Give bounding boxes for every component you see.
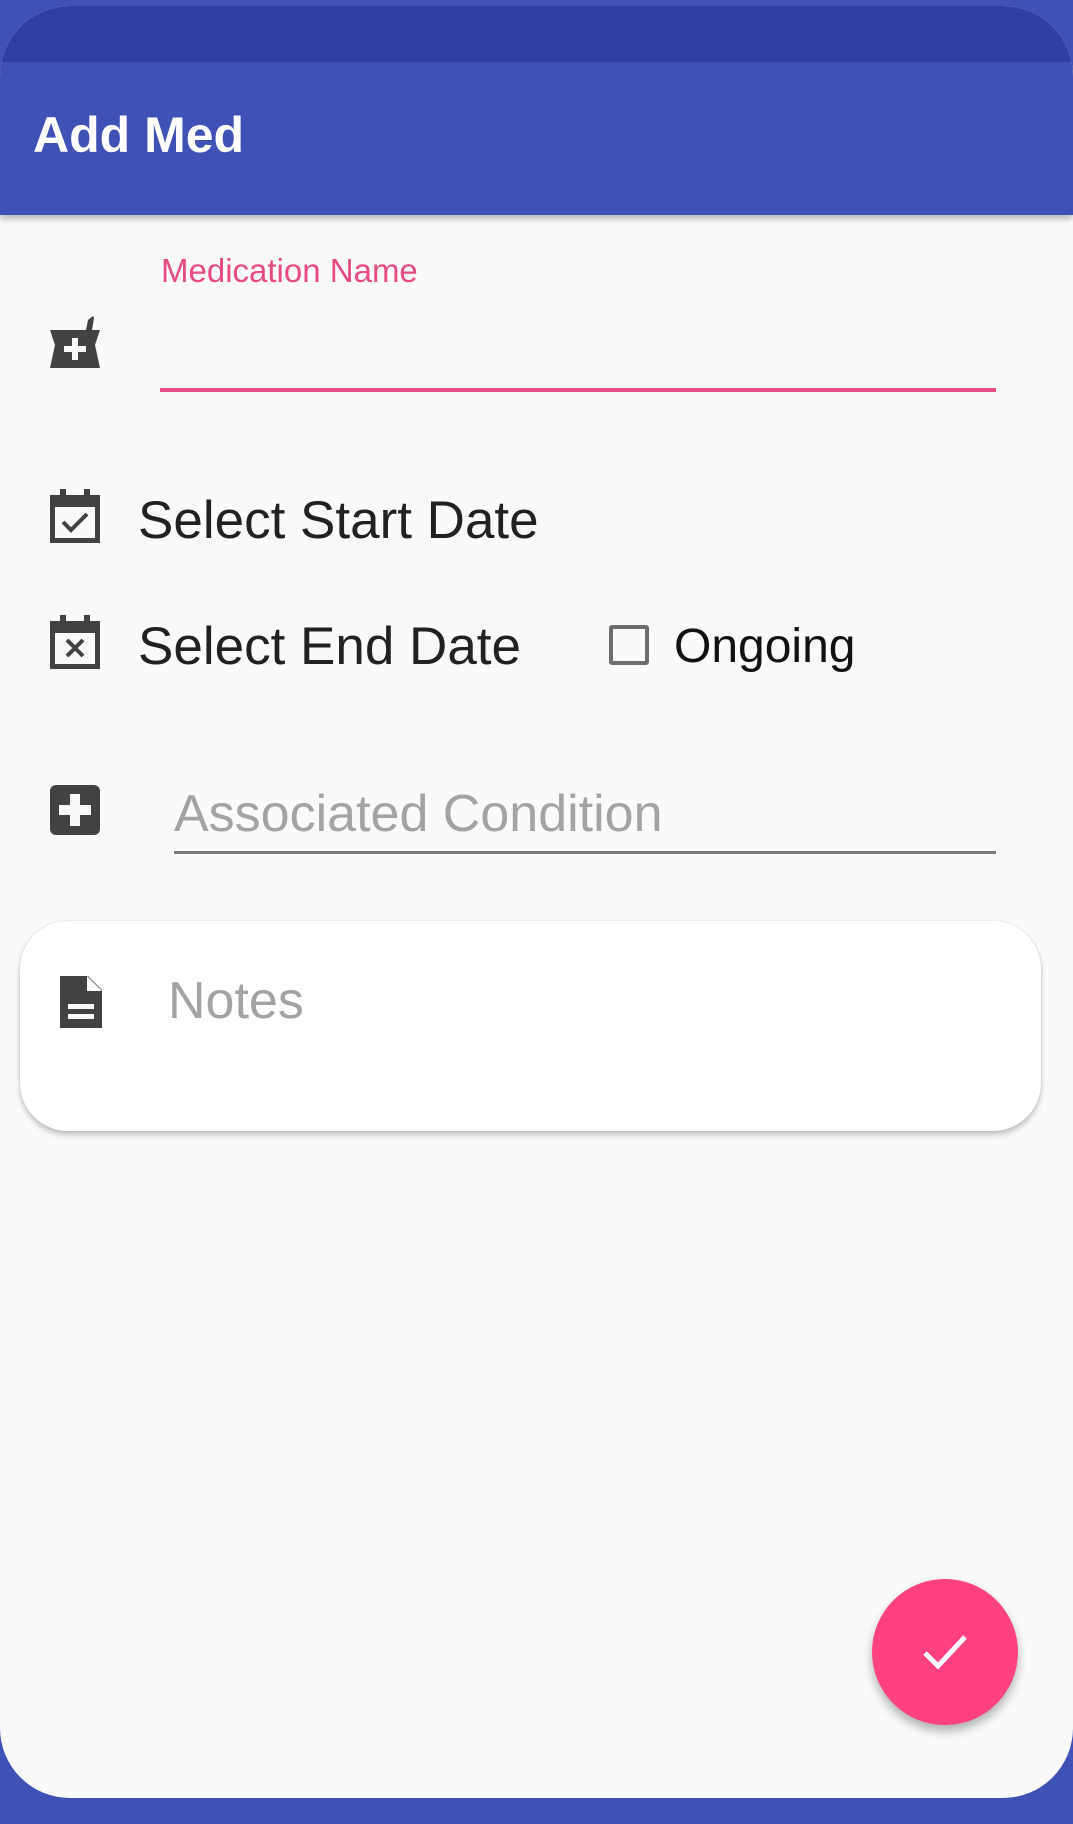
notes-card [20,921,1041,1131]
select-start-date-button[interactable]: Select Start Date [138,494,539,547]
notes-input[interactable] [168,966,988,1036]
medical-plus-icon [50,785,100,835]
page-title: Add Med [33,107,245,163]
calendar-check-icon[interactable] [50,489,100,543]
save-fab-button[interactable] [872,1579,1018,1725]
screen: Add Med Medication Name Select Start Dat… [0,6,1073,1798]
app-bar: Add Med [0,62,1073,215]
document-icon [60,976,102,1028]
medication-name-input[interactable] [160,306,996,392]
check-icon [923,1635,967,1670]
status-bar [0,6,1073,62]
ongoing-checkbox[interactable] [609,625,649,665]
associated-condition-input[interactable] [174,776,996,854]
ongoing-label[interactable]: Ongoing [674,623,855,671]
medication-name-label: Medication Name [161,252,418,289]
mortar-pestle-plus-icon [50,316,100,368]
calendar-remove-icon[interactable] [50,615,100,669]
select-end-date-button[interactable]: Select End Date [138,620,521,673]
